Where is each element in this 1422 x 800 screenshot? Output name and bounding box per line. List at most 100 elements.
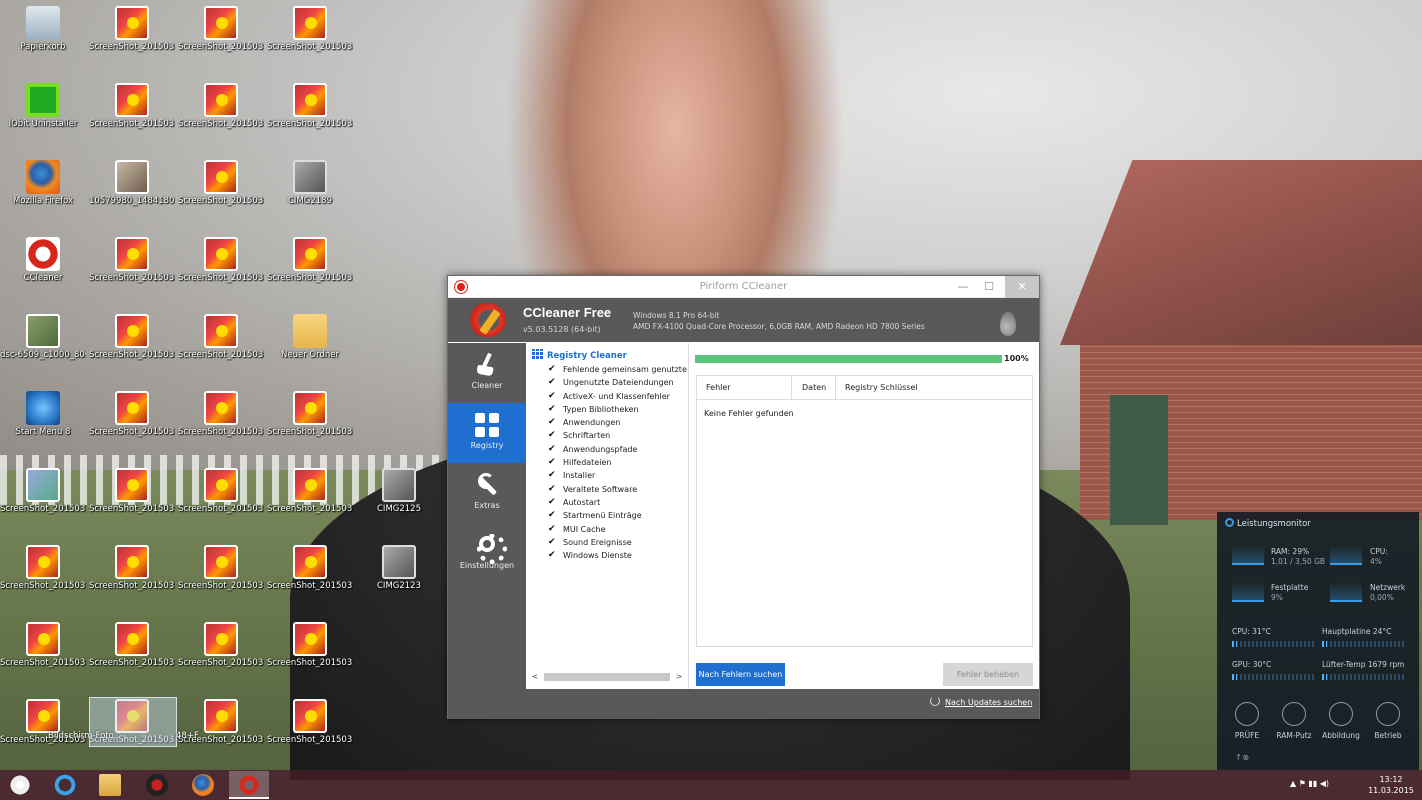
taskbar-start-button[interactable] — [0, 771, 40, 799]
desktop-icon[interactable]: ScreenShot_201503... — [0, 693, 86, 765]
desktop-icon[interactable]: ScreenShot_201503... — [267, 462, 353, 534]
checkbox-checked-icon[interactable]: ✔ — [548, 364, 558, 374]
tree-option-item[interactable]: ✔ ActiveX- und Klassenfehler — [548, 390, 688, 403]
tree-option-item[interactable]: ✔ Sound Ereignisse — [548, 536, 688, 549]
desktop-icon[interactable]: ScreenShot_201503... — [178, 616, 264, 688]
desktop-icon[interactable]: ScreenShot_201503... — [178, 0, 264, 72]
tree-option-item[interactable]: ✔ Startmenü Einträge — [548, 509, 688, 522]
checkbox-checked-icon[interactable]: ✔ — [548, 444, 558, 454]
system-tray[interactable]: ▲ ⚑ ▮▮ ◀) — [1290, 779, 1329, 788]
checkbox-checked-icon[interactable]: ✔ — [548, 484, 558, 494]
power-button[interactable]: Betrieb — [1366, 702, 1410, 740]
desktop-icon[interactable]: ScreenShot_201503... — [267, 231, 353, 303]
column-header-registry-key[interactable]: Registry Schlüssel — [836, 376, 1033, 400]
fix-issues-button[interactable]: Fehler beheben — [943, 663, 1033, 686]
checkbox-checked-icon[interactable]: ✔ — [548, 404, 558, 414]
desktop-icon[interactable]: ScreenShot_201503... — [178, 385, 264, 457]
checkbox-checked-icon[interactable]: ✔ — [548, 524, 558, 534]
desktop-icon[interactable]: CIMG2189 — [267, 154, 353, 226]
taskbar-sysinfo-button[interactable] — [137, 771, 177, 799]
tree-option-item[interactable]: ✔ Schriftarten — [548, 429, 688, 442]
desktop-icon[interactable]: ScreenShot_201503... — [89, 539, 175, 611]
taskbar-explorer-button[interactable] — [90, 771, 130, 799]
desktop-icon[interactable]: CIMG2123 — [356, 539, 442, 611]
desktop-icon[interactable]: Mozilla Firefox — [0, 154, 86, 226]
check-updates-link[interactable]: Nach Updates suchen — [945, 698, 1032, 707]
desktop-icon[interactable]: ScreenShot_201503... — [89, 231, 175, 303]
scroll-left-icon[interactable]: < — [530, 671, 540, 683]
taskbar-ie-button[interactable] — [45, 771, 85, 799]
sidebar-item-settings[interactable]: Einstellungen — [448, 523, 526, 583]
tree-option-item[interactable]: ✔ Anwendungspfade — [548, 443, 688, 456]
checkbox-checked-icon[interactable]: ✔ — [548, 457, 558, 467]
column-header-daten[interactable]: Daten — [792, 376, 836, 400]
checkbox-checked-icon[interactable]: ✔ — [548, 377, 558, 387]
tree-option-item[interactable]: ✔ Hilfedateien — [548, 456, 688, 469]
desktop-icon[interactable]: Start Menu 8 — [0, 385, 86, 457]
tree-option-item[interactable]: ✔ MUI Cache — [548, 523, 688, 536]
desktop-icon[interactable]: ScreenShot_201503... — [267, 539, 353, 611]
desktop-icon[interactable]: ScreenShot_201503... — [178, 308, 264, 380]
desktop-icon[interactable]: ScreenShot_201503... — [178, 154, 264, 226]
desktop-icon[interactable]: ScreenShot_201503... — [0, 462, 86, 534]
checkbox-checked-icon[interactable]: ✔ — [548, 391, 558, 401]
desktop-icon[interactable]: ScreenShot_201503... — [0, 616, 86, 688]
taskbar-firefox-button[interactable] — [183, 771, 223, 799]
checkbox-checked-icon[interactable]: ✔ — [548, 550, 558, 560]
window-titlebar[interactable]: Piriform CCleaner — ☐ ✕ — [448, 276, 1039, 298]
desktop-icon[interactable]: Neuer Ordner — [267, 308, 353, 380]
desktop-icon[interactable]: ScreenShot_201503... — [178, 462, 264, 534]
desktop-icon[interactable]: Papierkorb — [0, 0, 86, 72]
desktop-icon[interactable]: ScreenShot_201503... — [178, 231, 264, 303]
scroll-right-icon[interactable]: > — [674, 671, 684, 683]
desktop-icon[interactable]: ScreenShot_201503... — [178, 539, 264, 611]
social-icons[interactable]: f ⊗ — [1237, 753, 1249, 762]
tree-option-item[interactable]: ✔ Ungenutzte Dateiendungen — [548, 376, 688, 389]
checkbox-checked-icon[interactable]: ✔ — [548, 510, 558, 520]
desktop-icon[interactable]: CIMG2125 — [356, 462, 442, 534]
desktop-icon[interactable]: ScreenShot_201503... — [89, 308, 175, 380]
checkbox-checked-icon[interactable]: ✔ — [548, 430, 558, 440]
minimize-button[interactable]: — — [950, 276, 976, 298]
tree-option-item[interactable]: ✔ Autostart — [548, 496, 688, 509]
desktop-icon[interactable]: ScreenShot_201503... — [178, 693, 264, 765]
desktop-icon[interactable]: 10579980_1484180... — [89, 154, 175, 226]
sidebar-item-extras[interactable]: Extras — [448, 463, 526, 523]
scroll-thumb[interactable] — [544, 673, 670, 681]
sidebar-item-cleaner[interactable]: Cleaner — [448, 343, 526, 403]
taskbar-ccleaner-button[interactable] — [229, 771, 269, 799]
tree-option-item[interactable]: ✔ Anwendungen — [548, 416, 688, 429]
checkbox-checked-icon[interactable]: ✔ — [548, 470, 558, 480]
column-header-fehler[interactable]: Fehler — [697, 376, 792, 400]
screenshot-button[interactable]: Abbildung — [1319, 702, 1363, 740]
desktop-icon[interactable]: ScreenShot_201503... — [267, 616, 353, 688]
desktop-icon[interactable]: ScreenShot_201503... — [89, 77, 175, 149]
tree-option-item[interactable]: ✔ Installer — [548, 469, 688, 482]
checkbox-checked-icon[interactable]: ✔ — [548, 417, 558, 427]
desktop-icon[interactable]: ScreenShot_201503... — [267, 77, 353, 149]
desktop-icon[interactable]: ScreenShot_201503... — [178, 77, 264, 149]
desktop-icon[interactable]: CCleaner — [0, 231, 86, 303]
close-button[interactable]: ✕ — [1005, 276, 1039, 298]
desktop-icon[interactable]: dsc-6509_c1000_800 — [0, 308, 86, 380]
tree-option-item[interactable]: ✔ Typen Bibliotheken — [548, 403, 688, 416]
desktop-icon[interactable]: IObit Uninstaller — [0, 77, 86, 149]
scan-for-issues-button[interactable]: Nach Fehlern suchen — [696, 663, 785, 686]
tree-option-item[interactable]: ✔ Fehlende gemeinsam genutzte DLLs — [548, 363, 688, 376]
sidebar-item-registry[interactable]: Registry — [448, 403, 526, 463]
ram-clean-button[interactable]: RAM-Putz — [1272, 702, 1316, 740]
checkbox-checked-icon[interactable]: ✔ — [548, 537, 558, 547]
desktop-icon[interactable]: ScreenShot_201503... — [89, 385, 175, 457]
taskbar-clock[interactable]: 13:12 11.03.2015 — [1366, 774, 1416, 796]
desktop-icon[interactable]: ScreenShot_201503... — [89, 462, 175, 534]
desktop-icon[interactable]: ScreenShot_201503... — [0, 539, 86, 611]
horizontal-scrollbar[interactable]: < > — [530, 671, 684, 683]
maximize-button[interactable]: ☐ — [976, 276, 1002, 298]
checkbox-checked-icon[interactable]: ✔ — [548, 497, 558, 507]
desktop-icon[interactable]: ScreenShot_201503... — [267, 693, 353, 765]
desktop-icon[interactable]: ScreenShot_201503... — [267, 385, 353, 457]
tree-heading[interactable]: Registry Cleaner — [532, 349, 688, 363]
desktop-icon[interactable]: ScreenShot_201503... — [89, 616, 175, 688]
desktop-icon[interactable]: ScreenShot_201503... — [89, 0, 175, 72]
tree-option-item[interactable]: ✔ Windows Dienste — [548, 549, 688, 562]
